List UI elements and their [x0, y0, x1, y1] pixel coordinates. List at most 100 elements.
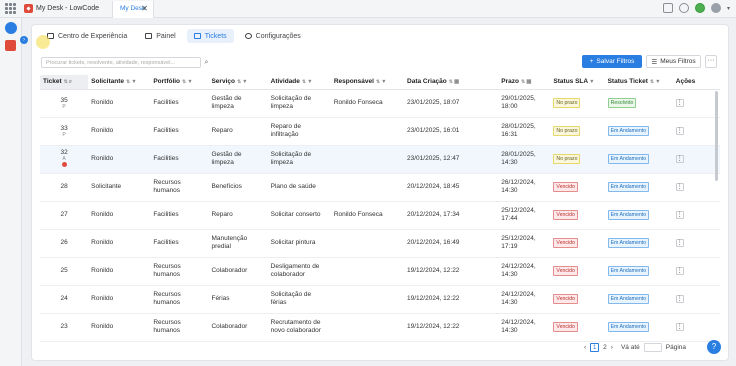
sort-icon[interactable]: ⇅	[650, 79, 654, 85]
tab-close-icon[interactable]: ✕	[141, 4, 148, 13]
sort-icon[interactable]: ⇅	[376, 79, 380, 85]
cell-prazo: 26/12/2024, 14:30	[498, 173, 551, 202]
cell-ticket[interactable]: 35 P	[40, 89, 89, 118]
table-scrollbar[interactable]	[715, 91, 718, 181]
filter-icon[interactable]: ▼	[242, 79, 247, 85]
table-row[interactable]: 24 Ronildo Recursos humanos Férias Solicitaç…	[40, 285, 720, 314]
cell-ticket[interactable]: 23	[40, 313, 89, 342]
cell-ticket[interactable]: 33 P	[40, 117, 89, 146]
cell-ticket[interactable]: 28	[40, 173, 89, 202]
filter-icon[interactable]: ▼	[307, 79, 312, 85]
profile-avatar[interactable]	[5, 22, 17, 34]
row-actions-icon[interactable]: ⋮	[675, 211, 684, 219]
table-row[interactable]: 28 Solicitante Recursos humanos Benefícios P…	[40, 173, 720, 202]
row-actions-icon[interactable]: ⋮	[675, 155, 684, 163]
table-row[interactable]: 33 P Ronildo Facilities Reparo Reparo de infi…	[40, 117, 720, 146]
col-ticket[interactable]: Ticket ⇅⌕	[40, 75, 89, 90]
filter-icon[interactable]: ▼	[589, 79, 594, 85]
col-status-sla[interactable]: Status SLA▼	[550, 75, 605, 90]
row-actions-icon[interactable]: ⋮	[675, 267, 684, 275]
table-row[interactable]: 25 Ronildo Recursos humanos Colaborador Desl…	[40, 257, 720, 286]
cell-atividade: Solicitar conserto	[267, 201, 331, 230]
sla-badge: Vencido	[553, 238, 578, 248]
sla-badge: No prazo	[553, 126, 581, 136]
tab-tickets[interactable]: Tickets	[186, 29, 234, 43]
sort-icon[interactable]: ⇅	[237, 79, 241, 85]
sort-icon[interactable]: ⇅	[521, 79, 525, 85]
col-solicitante[interactable]: Solicitante ⇅▼	[88, 75, 151, 90]
top-bar: My Desk - LowCode My Desk ✕ ▾	[0, 0, 736, 18]
cell-criacao: 20/12/2024, 18:45	[404, 173, 499, 202]
calendar-icon[interactable]: ▦	[454, 79, 459, 85]
table-row[interactable]: 26 Ronildo Facilities Manutenção predial Sol…	[40, 229, 720, 258]
row-actions-icon[interactable]: ⋮	[675, 295, 684, 303]
filter-icon[interactable]: ▼	[381, 79, 386, 85]
sort-icon[interactable]: ⇅	[302, 79, 306, 85]
chevron-down-icon[interactable]: ▾	[727, 5, 730, 12]
tab-configuracoes[interactable]: Configurações	[238, 29, 308, 43]
sort-icon[interactable]: ⇅	[64, 79, 68, 85]
cell-status-sla: Vencido	[550, 229, 605, 258]
filter-icon[interactable]: ▼	[655, 79, 660, 85]
row-actions-icon[interactable]: ⋮	[675, 127, 684, 135]
my-filters-button[interactable]: ☰ Meus Filtros	[646, 55, 701, 68]
cell-atividade: Solicitação de limpeza	[267, 145, 331, 174]
col-data-criacao[interactable]: Data Criação ⇅▦	[404, 75, 499, 90]
home-icon[interactable]	[662, 3, 673, 13]
col-portfolio[interactable]: Portfólio ⇅▼	[150, 75, 209, 90]
cell-ticket[interactable]: 26	[40, 229, 89, 258]
tab-centro-experiencia[interactable]: Centro de Experiência	[40, 29, 134, 43]
cell-responsavel	[330, 285, 405, 314]
page-1-button[interactable]: 1	[590, 343, 600, 352]
save-filters-button[interactable]: + Salvar Filtros	[582, 55, 642, 68]
row-actions-icon[interactable]: ⋮	[675, 239, 684, 247]
cell-servico: Manutenção predial	[208, 229, 268, 258]
calendar-icon[interactable]: ▦	[526, 79, 531, 85]
col-responsavel[interactable]: Responsável ⇅▼	[330, 75, 405, 90]
row-actions-icon[interactable]: ⋮	[675, 183, 684, 191]
col-atividade[interactable]: Atividade ⇅▼	[267, 75, 331, 90]
go-to-page-input[interactable]	[643, 343, 662, 352]
search-icon[interactable]: ⌕	[69, 79, 72, 85]
cell-ticket[interactable]: 24	[40, 285, 89, 314]
col-status-ticket[interactable]: Status Ticket ⇅▼	[604, 75, 673, 90]
cell-solicitante: Ronildo	[88, 229, 151, 258]
refresh-icon[interactable]	[678, 3, 689, 13]
search-input[interactable]: Procurar tickets, resolvente, atividade,…	[41, 57, 201, 68]
cell-actions: ⋮	[672, 229, 720, 258]
next-page-button[interactable]: ›	[611, 344, 613, 351]
sort-icon[interactable]: ⇅	[449, 79, 453, 85]
help-icon[interactable]: ?	[707, 340, 721, 354]
apps-grid-icon[interactable]	[5, 3, 16, 14]
filter-icon[interactable]: ▼	[187, 79, 192, 85]
cell-status-sla: Vencido	[550, 201, 605, 230]
col-servico[interactable]: Serviço ⇅▼	[208, 75, 268, 90]
col-prazo[interactable]: Prazo ⇅▦	[498, 75, 551, 90]
filter-icon[interactable]: ▼	[131, 79, 136, 85]
sort-icon[interactable]: ⇅	[126, 79, 130, 85]
page-2-button[interactable]: 2	[603, 344, 607, 351]
row-actions-icon[interactable]: ⋮	[675, 99, 684, 107]
row-actions-icon[interactable]: ⋮	[675, 323, 684, 331]
expand-sidebar-icon[interactable]: ›	[20, 36, 28, 44]
cell-status-ticket: Resolvido	[604, 89, 673, 118]
cell-ticket[interactable]: 32 A	[40, 145, 89, 174]
app-launcher-icon[interactable]	[5, 40, 16, 51]
table-row[interactable]: 23 Ronildo Recursos humanos Colaborador Recr…	[40, 313, 720, 342]
cell-ticket[interactable]: 27	[40, 201, 89, 230]
ticket-number: 35	[60, 96, 68, 104]
search-icon[interactable]: ⌕	[201, 57, 212, 68]
tab-my-desk[interactable]: My Desk ✕	[112, 1, 154, 18]
cell-ticket[interactable]: 25	[40, 257, 89, 286]
table-row[interactable]: 35 P Ronildo Facilities Gestão de limpeza Sol…	[40, 89, 720, 118]
status-icon[interactable]	[694, 3, 705, 13]
top-right-actions: ▾	[662, 3, 730, 13]
cell-solicitante: Ronildo	[88, 89, 151, 118]
more-options-button[interactable]: ···	[705, 55, 717, 68]
table-row[interactable]: 27 Ronildo Facilities Reparo Solicitar conse…	[40, 201, 720, 230]
user-avatar-icon[interactable]	[710, 3, 721, 13]
tab-painel[interactable]: Painel	[138, 29, 182, 43]
sort-icon[interactable]: ⇅	[182, 79, 186, 85]
table-row[interactable]: 32 A Ronildo Facilities Gestão de limpeza Sol…	[40, 145, 720, 174]
prev-page-button[interactable]: ‹	[584, 344, 586, 351]
